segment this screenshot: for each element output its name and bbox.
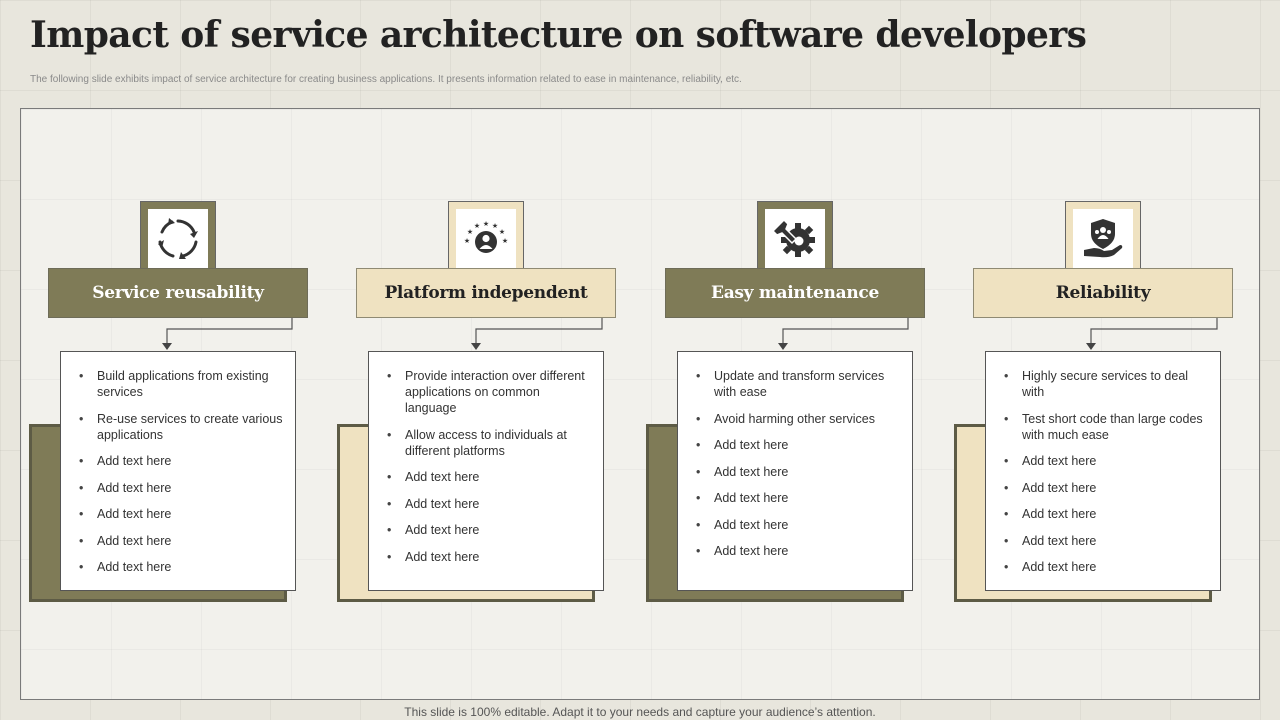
list-item: Test short code than large codes with mu…	[1002, 411, 1208, 443]
gear-wrench-icon	[772, 218, 815, 257]
svg-text:★: ★	[464, 237, 470, 245]
recycle-arrows-icon	[158, 218, 198, 259]
list-item: Add text here	[694, 437, 900, 453]
icon-frame	[757, 201, 833, 277]
card-heading: Reliability	[973, 268, 1233, 318]
svg-text:★: ★	[499, 228, 505, 236]
list-item: Add text here	[77, 559, 283, 575]
card-content: Update and transform services with ease …	[677, 351, 913, 591]
list-item: Add text here	[1002, 453, 1208, 469]
card-content: Build applications from existing service…	[60, 351, 296, 591]
svg-text:★: ★	[467, 228, 473, 236]
card-content: Highly secure services to deal with Test…	[985, 351, 1221, 591]
page-title: Impact of service architecture on softwa…	[30, 14, 1087, 56]
user-stars-icon: ★ ★ ★ ★ ★ ★ ★	[464, 220, 508, 253]
card-platform-independent: ★ ★ ★ ★ ★ ★ ★ Platform independent Provi…	[329, 109, 616, 701]
list-item: Add text here	[385, 496, 591, 512]
list-item: Add text here	[385, 469, 591, 485]
list-item: Add text here	[694, 490, 900, 506]
list-item: Add text here	[77, 533, 283, 549]
list-item: Add text here	[694, 543, 900, 559]
list-item: Update and transform services with ease	[694, 368, 900, 400]
svg-text:★: ★	[483, 220, 489, 228]
list-item: Add text here	[1002, 559, 1208, 575]
svg-text:★: ★	[492, 222, 498, 230]
list-item: Build applications from existing service…	[77, 368, 283, 400]
card-heading: Easy maintenance	[665, 268, 925, 318]
list-item: Add text here	[77, 506, 283, 522]
list-item: Add text here	[385, 549, 591, 565]
list-item: Add text here	[1002, 506, 1208, 522]
card-reliability: Reliability Highly secure services to de…	[946, 109, 1233, 701]
icon-frame	[1065, 201, 1141, 277]
list-item: Add text here	[385, 522, 591, 538]
content-panel: Service reusability Build applications f…	[20, 108, 1260, 700]
list-item: Re-use services to create various applic…	[77, 411, 283, 443]
list-item: Add text here	[694, 464, 900, 480]
list-item: Avoid harming other services	[694, 411, 900, 427]
card-heading: Service reusability	[48, 268, 308, 318]
card-heading: Platform independent	[356, 268, 616, 318]
card-content: Provide interaction over different appli…	[368, 351, 604, 591]
list-item: Provide interaction over different appli…	[385, 368, 591, 416]
list-item: Add text here	[77, 453, 283, 469]
list-item: Allow access to individuals at different…	[385, 427, 591, 459]
card-service-reusability: Service reusability Build applications f…	[21, 109, 308, 701]
icon-frame	[140, 201, 216, 277]
footer-note: This slide is 100% editable. Adapt it to…	[404, 705, 876, 719]
list-item: Highly secure services to deal with	[1002, 368, 1208, 400]
list-item: Add text here	[1002, 480, 1208, 496]
page-subtitle: The following slide exhibits impact of s…	[30, 74, 742, 85]
list-item: Add text here	[1002, 533, 1208, 549]
list-item: Add text here	[77, 480, 283, 496]
card-easy-maintenance: Easy maintenance Update and transform se…	[638, 109, 925, 701]
svg-text:★: ★	[502, 237, 508, 245]
shield-hand-icon	[1084, 219, 1123, 258]
svg-text:★: ★	[474, 222, 480, 230]
list-item: Add text here	[694, 517, 900, 533]
icon-frame: ★ ★ ★ ★ ★ ★ ★	[448, 201, 524, 277]
